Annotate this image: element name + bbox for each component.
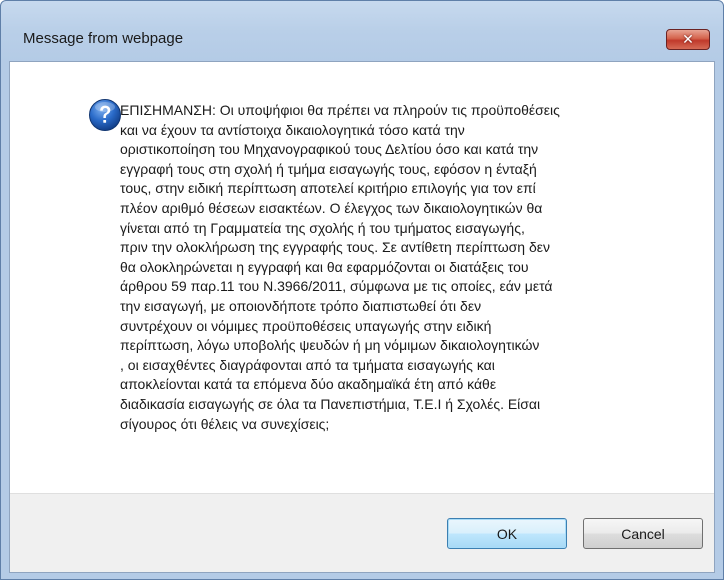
window-title: Message from webpage xyxy=(23,30,184,47)
ok-button[interactable]: OK xyxy=(447,518,567,549)
message-dialog-window: Message from webpage ✕ ΕΠΙΣΗΜΑΝΣΗ: Οι υπ… xyxy=(0,0,724,580)
close-button[interactable]: ✕ xyxy=(666,29,710,50)
title-bar[interactable]: Message from webpage ✕ xyxy=(1,1,723,61)
dialog-body: ΕΠΙΣΗΜΑΝΣΗ: Οι υποψήφιοι θα πρέπει να πλ… xyxy=(9,61,715,573)
message-text: ΕΠΙΣΗΜΑΝΣΗ: Οι υποψήφιοι θα πρέπει να πλ… xyxy=(120,102,560,432)
close-icon: ✕ xyxy=(682,31,694,48)
question-icon xyxy=(89,99,121,131)
button-bar: OK Cancel xyxy=(10,493,714,572)
cancel-button[interactable]: Cancel xyxy=(583,518,703,549)
